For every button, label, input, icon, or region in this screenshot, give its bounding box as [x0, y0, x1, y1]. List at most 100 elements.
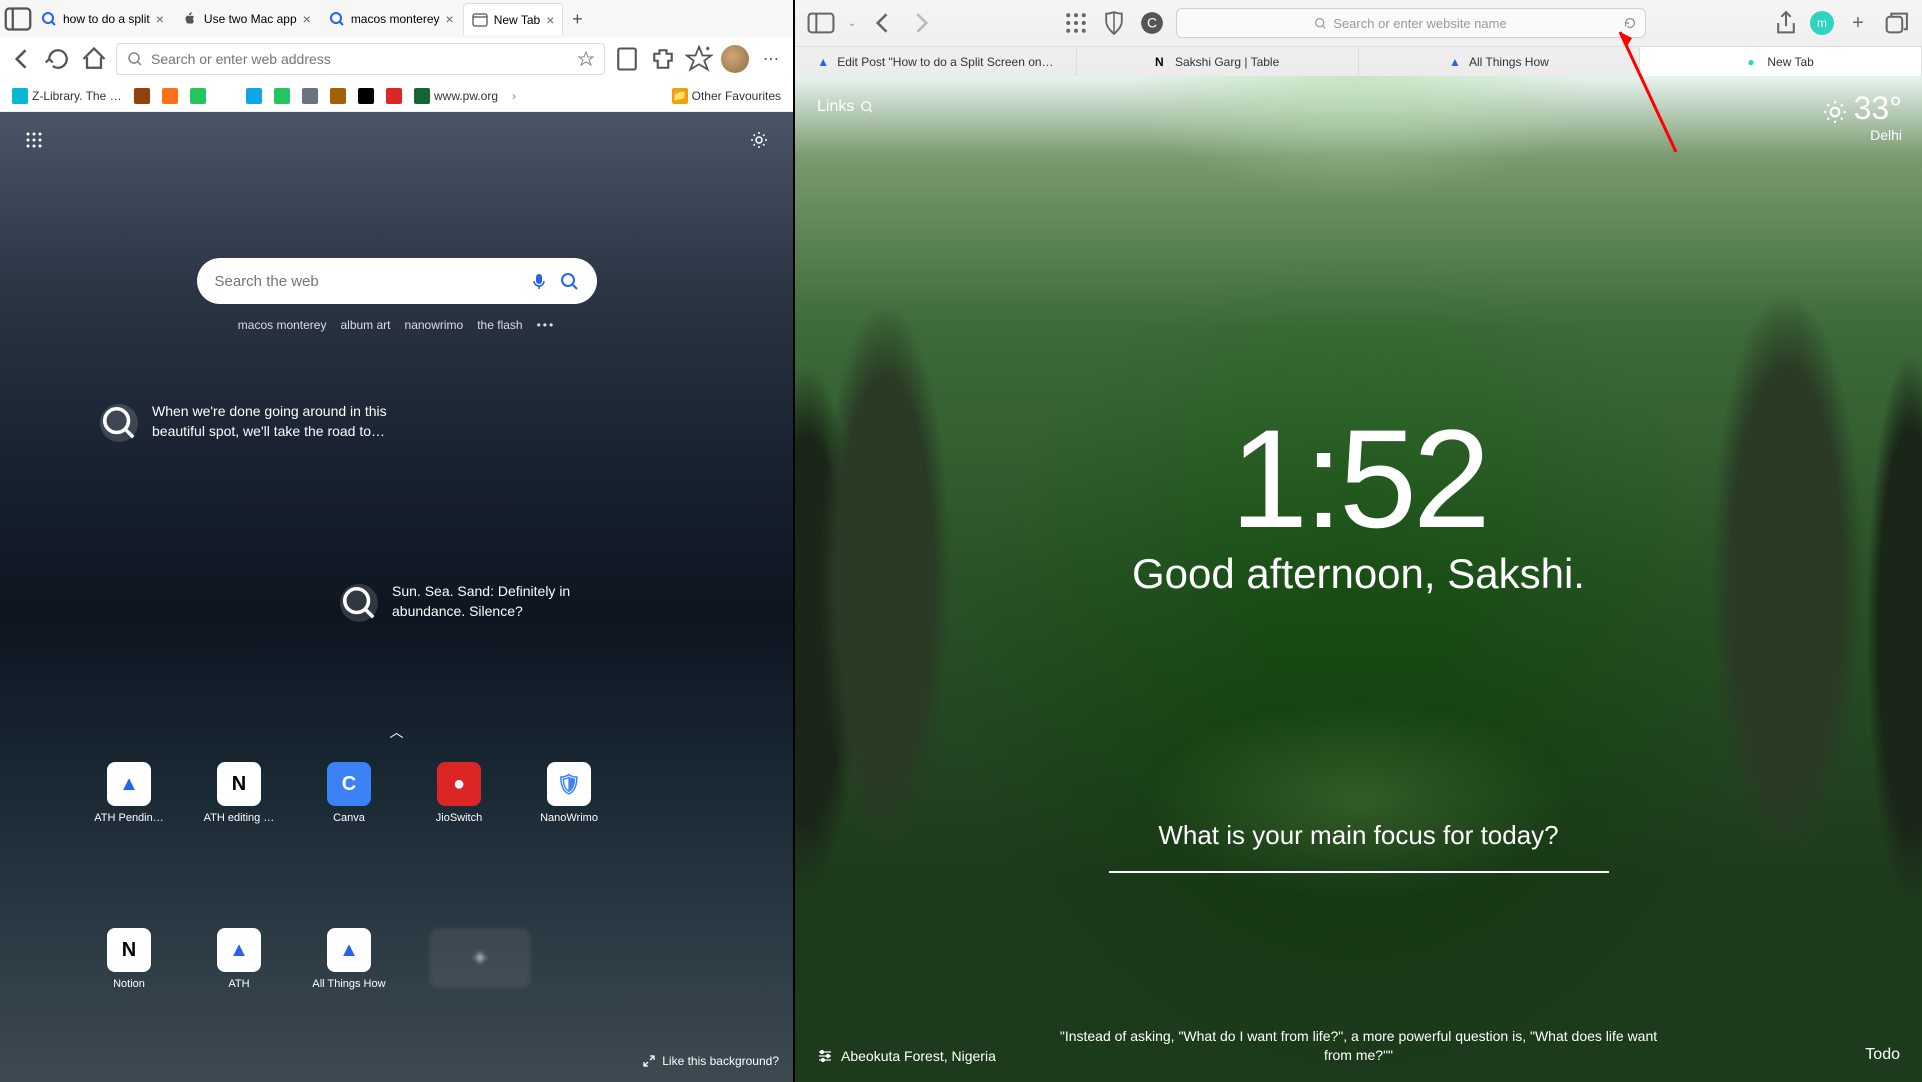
extensions-button[interactable]	[649, 45, 677, 73]
favorite-star-icon[interactable]	[578, 51, 594, 67]
tab-overview-button[interactable]	[1882, 9, 1910, 37]
back-button[interactable]	[8, 45, 36, 73]
bookmark-item[interactable]: Z-Library. The wo…	[8, 86, 126, 106]
back-button[interactable]	[869, 9, 897, 37]
browser-tab[interactable]: Use two Mac app×	[173, 3, 320, 35]
new-tab-button[interactable]: +	[563, 5, 591, 33]
links-label: Links	[817, 98, 854, 116]
close-tab-icon[interactable]: ×	[156, 11, 164, 27]
tile-icon: ●	[437, 762, 481, 806]
home-button[interactable]	[80, 45, 108, 73]
photo-location[interactable]: Abeokuta Forest, Nigeria	[817, 1048, 996, 1064]
browser-tab[interactable]: ●New Tab	[1640, 47, 1922, 76]
todo-button[interactable]: Todo	[1865, 1046, 1900, 1064]
quick-tile[interactable]: ▲ATH Pendin…	[100, 762, 158, 824]
app-launcher-icon[interactable]	[24, 130, 44, 150]
inspiration-card[interactable]: Sun. Sea. Sand: Definitely in abundance.…	[0, 582, 793, 622]
browser-tab[interactable]: how to do a split ×	[32, 3, 173, 35]
expand-icon	[642, 1054, 656, 1068]
sun-icon	[1822, 96, 1848, 122]
bookmarks-bar: Z-Library. The wo… www.pw.org › 📁 Other F…	[0, 80, 793, 112]
bookmark-item[interactable]	[186, 86, 210, 106]
quick-tile[interactable]: ●JioSwitch	[430, 762, 488, 824]
edge-new-tab-page: macos monterey album art nanowrimo the f…	[0, 112, 793, 1082]
quick-tile[interactable]: ▲ATH	[210, 928, 268, 990]
collapse-tiles-button[interactable]: ︿	[0, 722, 793, 742]
quick-tiles: ▲ATH Pendin… NATH editing … CCanva ●JioSwit…	[0, 742, 793, 990]
shield-icon[interactable]	[1100, 9, 1128, 37]
new-tab-button[interactable]: +	[1844, 9, 1872, 37]
bookmark-item[interactable]	[242, 86, 266, 106]
ntp-search-input[interactable]	[215, 273, 519, 290]
profile-avatar[interactable]	[721, 45, 749, 73]
focus-prompt[interactable]: What is your main focus for today?	[1059, 820, 1659, 873]
bookmark-favicon	[218, 88, 234, 104]
tab-group-menu[interactable]: ⌄	[845, 9, 859, 37]
reload-icon[interactable]	[1623, 16, 1637, 30]
close-tab-icon[interactable]: ×	[303, 11, 311, 27]
close-tab-icon[interactable]: ×	[446, 11, 454, 27]
weather-city: Delhi	[1822, 127, 1902, 143]
daily-quote[interactable]: "Instead of asking, "What do I want from…	[1059, 1027, 1659, 1066]
chevron-right-icon[interactable]: ›	[512, 89, 516, 103]
bookmark-item[interactable]	[354, 86, 378, 106]
bookmark-item[interactable]	[158, 86, 182, 106]
tile-label: Canva	[309, 812, 389, 824]
edge-window: how to do a split×Use two Mac app×macos …	[0, 0, 793, 1082]
quick-link[interactable]: nanowrimo	[405, 318, 464, 332]
quick-link[interactable]: macos monterey	[238, 318, 327, 332]
quick-tile[interactable]: CCanva	[320, 762, 378, 824]
reload-button[interactable]	[44, 45, 72, 73]
bookmark-item[interactable]	[270, 86, 294, 106]
close-tab-icon[interactable]: ×	[546, 12, 554, 28]
browser-tab[interactable]: ▲All Things How	[1359, 47, 1641, 76]
settings-gear-icon[interactable]	[749, 130, 769, 150]
like-background-button[interactable]: Like this background?	[642, 1054, 779, 1068]
inspiration-card[interactable]: When we're done going around in this bea…	[0, 402, 793, 442]
profile-avatar[interactable]: m	[1810, 11, 1834, 35]
sidebar-button[interactable]	[807, 9, 835, 37]
bookmark-item[interactable]	[214, 86, 238, 106]
weather-widget[interactable]: 33° Delhi	[1822, 90, 1902, 143]
favorites-button[interactable]	[685, 45, 713, 73]
safari-toolbar: ⌄ C Search or enter website name m +	[795, 0, 1922, 46]
settings-icon[interactable]	[817, 1048, 833, 1064]
bookmark-item[interactable]: www.pw.org	[410, 86, 502, 106]
address-input[interactable]	[151, 51, 570, 67]
tab-label: how to do a split	[63, 12, 150, 26]
share-button[interactable]	[1772, 9, 1800, 37]
bookmark-item[interactable]	[298, 86, 322, 106]
add-tile-button[interactable]: +	[430, 928, 530, 988]
safari-address-bar[interactable]: Search or enter website name	[1176, 8, 1646, 38]
search-submit-icon[interactable]	[559, 271, 579, 291]
edge-toolbar: ⋯	[0, 38, 793, 80]
quick-tile[interactable]: NATH editing …	[210, 762, 268, 824]
quick-link[interactable]: the flash	[477, 318, 522, 332]
extension-grid-icon[interactable]	[1062, 9, 1090, 37]
quick-link-more[interactable]: •••	[537, 318, 556, 332]
quick-tile[interactable]: ▲All Things How	[320, 928, 378, 990]
other-favourites-folder[interactable]: 📁 Other Favourites	[668, 86, 785, 106]
bookmark-item[interactable]	[326, 86, 350, 106]
focus-input-line[interactable]	[1109, 871, 1609, 873]
bookmark-item[interactable]	[382, 86, 406, 106]
browser-tab[interactable]: NSakshi Garg | Table	[1077, 47, 1359, 76]
tile-label: Notion	[89, 978, 169, 990]
links-button[interactable]: Links	[817, 98, 874, 116]
reading-view-button[interactable]	[613, 45, 641, 73]
vertical-tabs-button[interactable]	[4, 5, 32, 33]
more-menu-button[interactable]: ⋯	[757, 45, 785, 73]
address-bar[interactable]	[116, 43, 605, 75]
forward-button[interactable]	[907, 9, 935, 37]
browser-tab[interactable]: New Tab ×	[463, 3, 564, 35]
quick-tile[interactable]: 🛡NanoWrimo	[540, 762, 598, 824]
voice-search-icon[interactable]	[529, 271, 549, 291]
ntp-search-bar[interactable]	[197, 258, 597, 304]
tab-label: New Tab	[494, 13, 540, 27]
quick-tile[interactable]: NNotion	[100, 928, 158, 990]
quick-link[interactable]: album art	[340, 318, 390, 332]
bookmark-item[interactable]	[130, 86, 154, 106]
browser-tab[interactable]: macos monterey×	[320, 3, 463, 35]
extension-circle-icon[interactable]: C	[1138, 9, 1166, 37]
browser-tab[interactable]: ▲Edit Post "How to do a Split Screen on…	[795, 47, 1077, 76]
